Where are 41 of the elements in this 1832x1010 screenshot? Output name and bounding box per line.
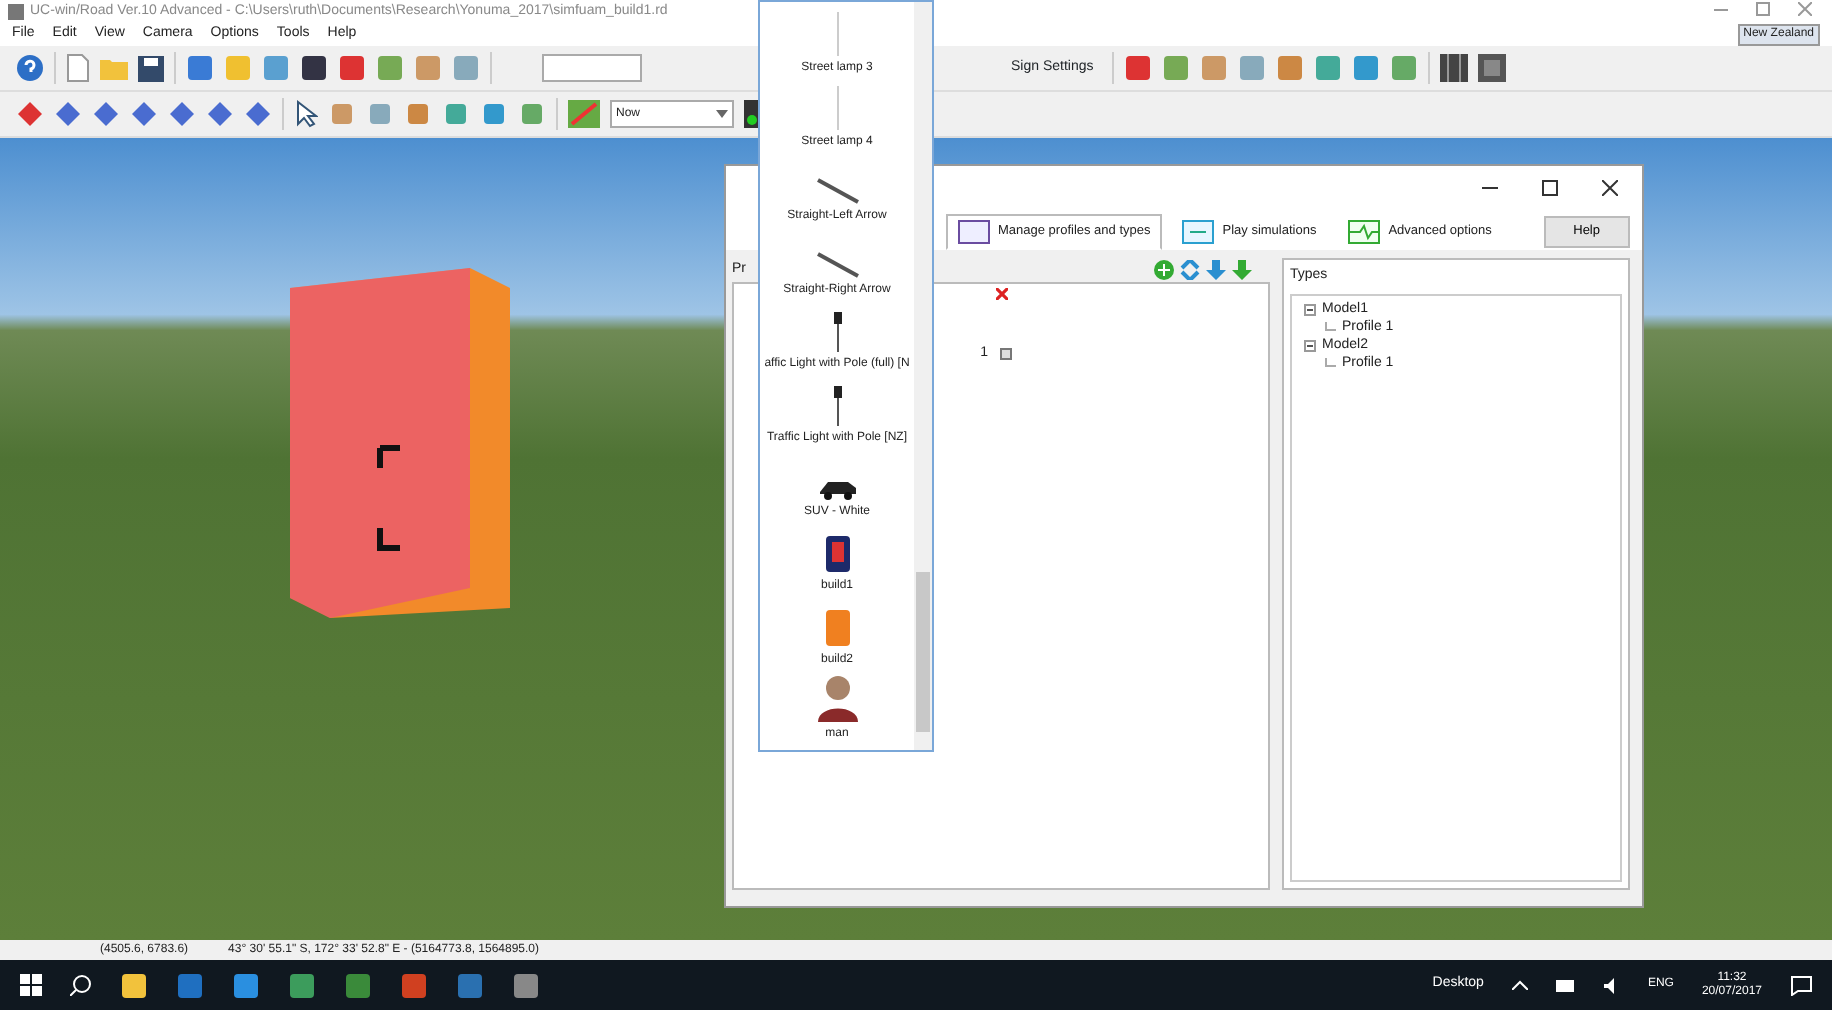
navigation-icon[interactable]: [92, 100, 120, 128]
taskbar-app-icon[interactable]: [288, 971, 316, 999]
search-icon[interactable]: [70, 974, 92, 996]
input-field[interactable]: [542, 54, 642, 82]
tab-icon: [958, 220, 990, 244]
app-icon: [8, 4, 24, 20]
taskbar-app-icon[interactable]: [512, 971, 540, 999]
help-icon[interactable]: [16, 54, 44, 82]
start-icon[interactable]: [20, 974, 42, 996]
building-icon: [823, 534, 851, 574]
checkbox-icon[interactable]: [1000, 348, 1012, 361]
tab-icon: [1348, 220, 1381, 244]
navigation-icon[interactable]: [16, 100, 44, 128]
caret-icon: [716, 110, 728, 118]
collapse-icon[interactable]: [1304, 340, 1316, 352]
tab-icon: [1182, 220, 1215, 244]
person-silhouette-icon: [817, 674, 857, 722]
building-icon: [823, 608, 851, 648]
taskbar-app-icon[interactable]: [120, 971, 148, 999]
navigation-icon[interactable]: [168, 100, 196, 128]
navigation-icon[interactable]: [206, 100, 234, 128]
tree-branch-icon: [1324, 358, 1336, 370]
navigation-icon[interactable]: [54, 100, 82, 128]
document-icon[interactable]: [66, 54, 90, 82]
close-button[interactable]: [1602, 180, 1618, 196]
save-icon[interactable]: [138, 55, 164, 81]
pointer-icon[interactable]: [294, 100, 318, 128]
tree-branch-icon: [1324, 322, 1336, 334]
volume-icon[interactable]: [1603, 977, 1620, 993]
notification-icon[interactable]: [1790, 975, 1812, 995]
swap-icon[interactable]: [1180, 260, 1200, 280]
taskbar-app-icon[interactable]: [232, 971, 260, 999]
maximize-button[interactable]: [1542, 180, 1558, 196]
delete-icon[interactable]: [996, 288, 1008, 300]
navigation-icon[interactable]: [244, 100, 272, 128]
tool-icon[interactable]: [300, 54, 328, 82]
collapse-icon[interactable]: [1304, 304, 1316, 316]
scrollbar[interactable]: [914, 2, 932, 750]
navigation-icon[interactable]: [130, 100, 158, 128]
add-icon[interactable]: [1154, 260, 1174, 280]
chevron-up-icon[interactable]: [1511, 980, 1528, 990]
